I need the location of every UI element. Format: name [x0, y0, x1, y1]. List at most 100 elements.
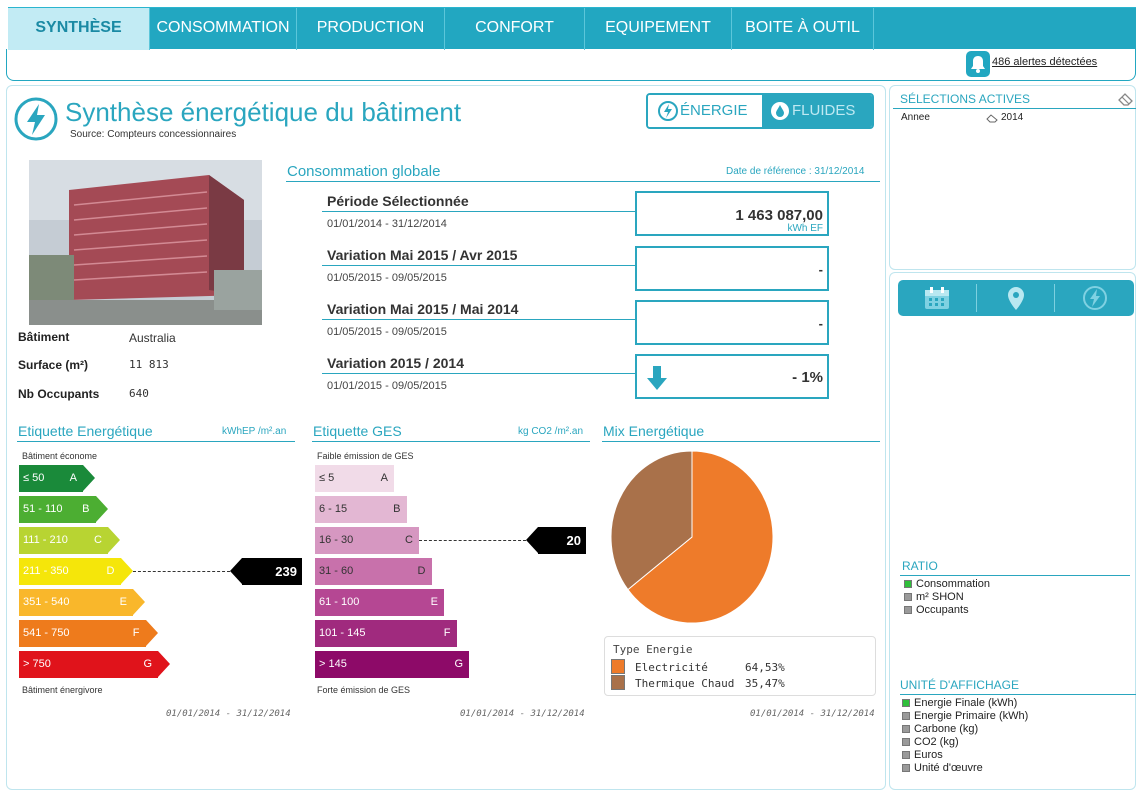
ges-class-range: 101 - 145: [319, 627, 366, 639]
energy-value-pointer: [230, 558, 242, 584]
period-label: Période Sélectionnée: [327, 193, 469, 209]
variation-month-box: -: [635, 246, 829, 291]
ges-scale: ≤ 5 A 6 - 15 B 16 - 30 C 31 - 60 D 61 - 100 E 101 …: [315, 465, 590, 685]
bell-icon[interactable]: [966, 51, 990, 77]
energy-scale: ≤ 50 A 51 - 110 B 111 - 210 C 211 - 350 D 351 - …: [19, 465, 309, 685]
selection-key: Annee: [901, 112, 930, 123]
ratio-option[interactable]: m² SHON: [904, 591, 1124, 603]
unit-option[interactable]: Carbone (kg): [902, 723, 1122, 735]
energy-class-arrow: [133, 589, 145, 615]
unit-radio-icon[interactable]: [902, 725, 910, 733]
period-value-box: 1 463 087,00 kWh EF: [635, 191, 829, 236]
ges-class-range: 31 - 60: [319, 565, 354, 577]
unit-option[interactable]: Unité d'œuvre: [902, 762, 1122, 774]
mix-legend-swatch: [611, 675, 625, 690]
ratio-title: RATIO: [902, 559, 938, 573]
ratio-option-label: Occupants: [916, 604, 969, 616]
fluids-toggle-button[interactable]: FLUIDES: [762, 95, 872, 127]
tab-boite-a-outil[interactable]: BOITE À OUTIL: [732, 8, 874, 50]
energy-class-arrow: [158, 651, 170, 677]
ges-class-range: ≤ 5: [319, 472, 335, 484]
ratio-option[interactable]: Occupants: [904, 604, 1124, 616]
surface-value: 11 813: [129, 358, 169, 371]
ratio-radio-icon[interactable]: [904, 593, 912, 601]
variation-year-box: - 1%: [635, 354, 829, 399]
ratio-option[interactable]: Consommation: [904, 578, 1124, 590]
energy-label-unit: kWhEP /m².an: [222, 426, 287, 437]
variation-year-month-dates: 01/05/2015 - 09/05/2015: [327, 326, 447, 338]
unit-radio-icon[interactable]: [902, 712, 910, 720]
ges-label-unit: kg CO2 /m².an: [518, 426, 584, 437]
mix-legend-label: Electricité: [635, 661, 708, 674]
fluids-toggle-label: FLUIDES: [792, 102, 856, 119]
tab-confort[interactable]: CONFORT: [445, 8, 585, 50]
energy-class-arrow: [120, 558, 133, 584]
energy-class-letter: E: [119, 596, 127, 608]
variation-year-dates: 01/01/2015 - 09/05/2015: [327, 380, 447, 392]
unit-radio-icon[interactable]: [902, 699, 910, 707]
ges-class-letter: C: [405, 534, 413, 546]
filter-icon-bar: [898, 280, 1134, 316]
unit-option[interactable]: Energie Primaire (kWh): [902, 710, 1122, 722]
energy-value-tag: 239: [242, 558, 302, 585]
eraser-icon[interactable]: [1118, 93, 1134, 107]
period-dates: 01/01/2014 - 31/12/2014: [327, 218, 447, 230]
lightning-icon[interactable]: [1081, 284, 1109, 312]
unit-option-label: Energie Finale (kWh): [914, 697, 1018, 709]
energy-fluids-toggle: ÉNERGIE FLUIDES: [646, 93, 874, 129]
ratio-option-label: m² SHON: [916, 591, 964, 603]
building-label: Bâtiment: [18, 330, 70, 344]
unit-option[interactable]: CO2 (kg): [902, 736, 1122, 748]
tab-synthese[interactable]: SYNTHÈSE: [8, 8, 150, 50]
ges-class-c: 16 - 30 C: [315, 527, 419, 554]
ges-top-caption: Faible émission de GES: [317, 451, 414, 461]
energy-class-arrow: [83, 465, 95, 491]
ratio-options: Consommation m² SHON Occupants: [904, 578, 1124, 618]
energy-class-letter: D: [106, 565, 115, 577]
reference-date: Date de référence : 31/12/2014: [726, 166, 865, 177]
energy-toggle-button[interactable]: ÉNERGIE: [648, 95, 762, 127]
energy-class-range: 541 - 750: [23, 627, 70, 639]
tab-consommation[interactable]: CONSOMMATION: [150, 8, 297, 50]
page-title: Synthèse énergétique du bâtiment: [65, 97, 462, 127]
ges-class-a: ≤ 5 A: [315, 465, 394, 492]
tab-equipement[interactable]: EQUIPEMENT: [585, 8, 732, 50]
unit-option[interactable]: Energie Finale (kWh): [902, 697, 1122, 709]
ges-class-d: 31 - 60 D: [315, 558, 432, 585]
tab-production[interactable]: PRODUCTION: [297, 8, 445, 50]
unit-option-label: Carbone (kg): [914, 723, 979, 735]
unit-option-label: Euros: [914, 749, 943, 761]
ratio-radio-icon[interactable]: [904, 606, 912, 614]
energy-class-range: 211 - 350: [23, 565, 69, 577]
energy-class-range: ≤ 50: [23, 472, 45, 484]
ges-class-g: > 145 G: [315, 651, 469, 678]
ges-class-letter: A: [380, 472, 388, 484]
ges-class-range: > 145: [319, 658, 347, 670]
variation-year-value: - 1%: [792, 369, 823, 386]
selection-value: 2014: [1001, 112, 1024, 123]
ges-class-f: 101 - 145 F: [315, 620, 457, 647]
energy-class-c: 111 - 210 C: [19, 527, 120, 554]
unit-radio-icon[interactable]: [902, 751, 910, 759]
remove-filter-icon[interactable]: [986, 114, 998, 123]
ges-class-letter: F: [443, 627, 451, 639]
location-pin-icon[interactable]: [1005, 285, 1027, 313]
unit-radio-icon[interactable]: [902, 738, 910, 746]
source-note: Source: Compteurs concessionnaires: [70, 129, 237, 140]
energy-class-range: 351 - 540: [23, 596, 70, 608]
calendar-icon[interactable]: [922, 285, 952, 311]
unit-radio-icon[interactable]: [902, 764, 910, 772]
alerts-link[interactable]: 486 alertes détectées: [992, 56, 1097, 68]
building-photo: [29, 160, 262, 325]
ratio-radio-icon[interactable]: [904, 580, 912, 588]
mix-pie-chart: [610, 450, 774, 624]
energy-class-letter: G: [143, 658, 152, 670]
energy-class-d: 211 - 350 D: [19, 558, 133, 585]
variation-year-month-label: Variation Mai 2015 / Mai 2014: [327, 301, 519, 317]
ges-label-title: Etiquette GES: [313, 423, 402, 439]
energy-class-range: 51 - 110: [23, 503, 63, 515]
energy-class-range: > 750: [23, 658, 51, 670]
unit-option[interactable]: Euros: [902, 749, 1122, 761]
consumption-title: Consommation globale: [287, 163, 441, 180]
energy-class-arrow: [108, 527, 120, 553]
